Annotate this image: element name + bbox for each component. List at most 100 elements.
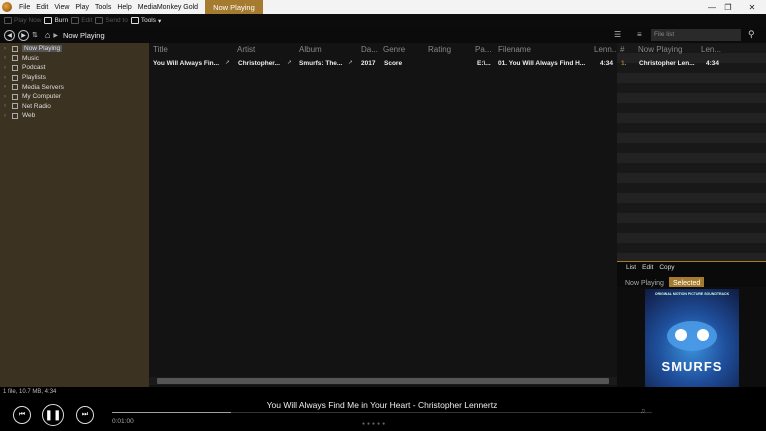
filter-icon[interactable]: ≡ [637,30,642,39]
menu-file[interactable]: File [16,4,33,11]
column-header-rating[interactable]: Rating [428,45,451,54]
breadcrumb: Now Playing [62,30,105,40]
cell-artist: Christopher... [238,60,280,67]
chevron-right-icon: › [4,64,6,71]
play-now-icon [4,17,12,24]
cell-path: E:\... [477,60,491,67]
restore-icon[interactable]: ❐ [720,0,736,14]
column-header-title[interactable]: Title [153,45,168,54]
status-bar: 1 file, 10.7 MB, 4:34 [0,387,766,398]
column-header-length[interactable]: Lenn... [594,45,618,54]
info-tabs: Now Playing Selected [617,272,766,290]
scrollbar-thumb[interactable] [157,378,609,384]
column-header-now-playing[interactable]: Now Playing [638,45,682,54]
column-header-path[interactable]: Pa... [475,45,491,54]
burn-button[interactable]: Burn [44,17,68,24]
media-tree: › Now Playing › Music › Podcast › Playlists … [0,43,149,387]
breadcrumb-chevron-icon: ▶ [53,32,58,39]
elapsed-time: 0:01:00 [112,418,134,425]
close-icon[interactable]: ✕ [744,0,760,14]
menu-tools[interactable]: Tools [92,4,114,11]
album-art-area: ORIGINAL MOTION PICTURE SOUNDTRACK SMURF… [617,287,766,387]
burn-icon [44,17,53,24]
cell-album: Smurfs: The... [299,60,343,67]
next-track-icon[interactable]: ⏭ [76,406,94,424]
tools-icon [130,17,139,24]
toolbar: Play Now Burn Edit Send to Tools ▾ [0,14,766,27]
art-caption: ORIGINAL MOTION PICTURE SOUNDTRACK [654,292,730,296]
chevron-right-icon: › [4,112,6,119]
row-length: 4:34 [706,60,720,67]
pin-icon: ➚ [287,60,293,66]
tree-item-net-radio[interactable]: › Net Radio [0,102,149,112]
edit-icon [71,17,80,24]
edit-button[interactable]: Edit [71,17,92,24]
column-header-date[interactable]: Da... [361,45,378,54]
previous-track-icon[interactable]: ⏮ [13,406,31,424]
menu-copy[interactable]: Copy [659,264,674,271]
tree-item-playlists[interactable]: › Playlists [0,73,149,83]
pause-icon[interactable]: ❚❚ [42,404,64,426]
search-icon[interactable]: ⚲ [748,29,755,40]
tab-now-playing[interactable]: Now Playing [205,0,263,14]
column-header-genre[interactable]: Genre [383,45,405,54]
row-artist: Christopher Len... [639,60,695,67]
view-mode-icon[interactable]: ☰ [614,30,621,39]
server-icon [12,84,18,91]
progress-bar[interactable] [112,412,652,413]
horizontal-scrollbar[interactable] [149,377,617,385]
art-logo: SMURFS [661,359,723,374]
cell-title: You Will Always Fin... [153,60,220,67]
menu-edit-list[interactable]: Edit [642,264,653,271]
chevron-right-icon: › [4,45,6,52]
playlist-icon [12,74,18,81]
menu-gold[interactable]: MediaMonkey Gold [135,4,201,11]
minimize-icon[interactable]: — [704,0,720,14]
volume-icon[interactable]: ♫ [640,408,645,415]
computer-icon [12,93,18,100]
cell-filename: 01. You Will Always Find H... [498,60,586,67]
send-to-button[interactable]: Send to [95,17,128,24]
now-playing-title: You Will Always Find Me in Your Heart - … [266,400,498,410]
tree-item-web[interactable]: › Web [0,111,149,121]
forward-icon[interactable]: ▶ [18,29,29,41]
menu-edit[interactable]: Edit [33,4,51,11]
album-art: ORIGINAL MOTION PICTURE SOUNDTRACK SMURF… [645,289,739,387]
chevron-right-icon: › [4,93,6,100]
column-header-filename[interactable]: Filename [498,45,531,54]
cell-date: 2017 [361,60,376,67]
menu-list[interactable]: List [626,264,636,271]
player-bar: ⏮ ❚❚ ⏭ You Will Always Find Me in Your H… [0,398,766,431]
tree-item-music[interactable]: › Music [0,54,149,64]
tree-item-now-playing[interactable]: › Now Playing [0,44,149,54]
column-header-number[interactable]: # [620,45,624,54]
podcast-icon [12,64,18,71]
column-header-len[interactable]: Len... [701,45,721,54]
chevron-right-icon: › [4,74,6,81]
tree-item-my-computer[interactable]: › My Computer [0,92,149,102]
web-icon [12,112,18,119]
now-playing-panel: # Now Playing Len... 1. Christopher Len.… [617,43,766,261]
cell-length: 4:34 [600,60,614,67]
progress-fill [112,412,231,413]
column-header-album[interactable]: Album [299,45,322,54]
pin-icon: ➚ [225,60,231,66]
chevron-right-icon: › [4,103,6,110]
music-icon [12,55,18,62]
tree-item-media-servers[interactable]: › Media Servers [0,82,149,92]
menu-play[interactable]: Play [72,4,92,11]
history-icon[interactable]: ⇅ [32,31,38,39]
column-header-artist[interactable]: Artist [237,45,255,54]
cell-genre: Score [384,60,403,67]
menu-view[interactable]: View [51,4,72,11]
file-list-search-input[interactable]: File list [651,29,741,41]
home-icon[interactable]: ⌂ [45,30,50,40]
row-number: 1. [621,60,627,67]
menu-help[interactable]: Help [114,4,134,11]
play-now-button[interactable]: Play Now [4,17,41,24]
tools-button[interactable]: Tools ▾ [130,17,161,25]
app-logo-icon[interactable] [2,2,12,12]
back-icon[interactable]: ◀ [4,29,15,41]
tree-item-podcast[interactable]: › Podcast [0,63,149,73]
art-figure-hat [697,329,709,341]
